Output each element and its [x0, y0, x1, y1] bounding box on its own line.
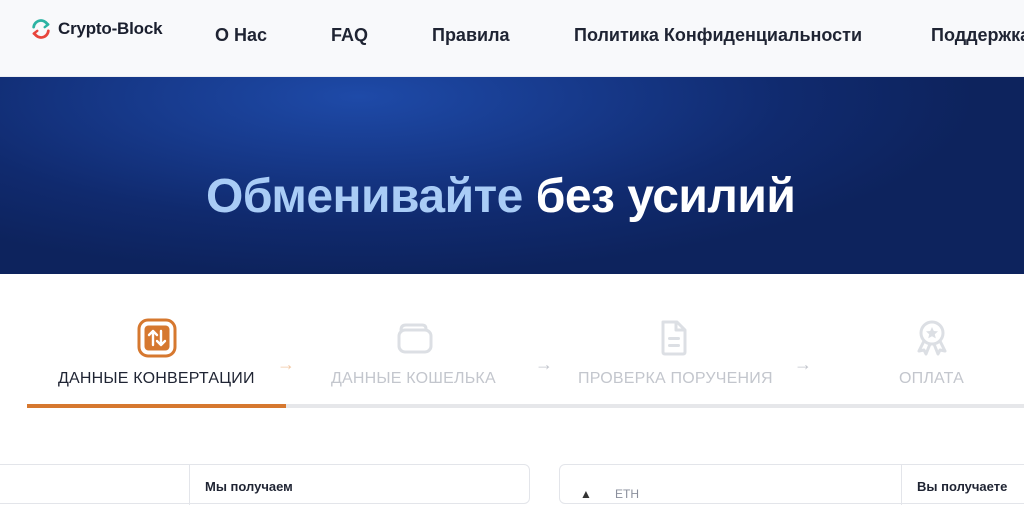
- card-divider: [189, 465, 190, 505]
- nav-privacy-policy[interactable]: Политика Конфиденциальности: [574, 25, 862, 46]
- send-card[interactable]: Мы получаем: [0, 464, 530, 505]
- nav-rules[interactable]: Правила: [432, 25, 510, 46]
- nav-faq[interactable]: FAQ: [331, 25, 368, 46]
- hero-title: Обменивайте без усилий: [206, 169, 796, 224]
- document-icon: [661, 320, 687, 356]
- hero-title-rest: без усилий: [535, 170, 796, 223]
- hero-title-highlight: Обменивайте: [206, 170, 523, 223]
- swap-arrows-icon: [137, 318, 177, 358]
- step-label: ПРОВЕРКА ПОРУЧЕНИЯ: [578, 370, 773, 387]
- wallet-icon: [397, 323, 433, 354]
- arrow-right-icon: →: [277, 354, 295, 374]
- step-label: ДАННЫЕ КОНВЕРТАЦИИ: [58, 370, 255, 387]
- hero-banner: Обменивайте без усилий: [0, 77, 1024, 274]
- top-navbar: Crypto-Block О Нас FAQ Правила Политика …: [0, 0, 1024, 77]
- eth-icon: ▲: [580, 487, 592, 501]
- nav-about[interactable]: О Нас: [215, 25, 267, 46]
- receive-card[interactable]: ▲ ETH Вы получаете: [559, 464, 1024, 505]
- card-divider: [901, 465, 902, 505]
- step-label: ДАННЫЕ КОШЕЛЬКА: [331, 370, 496, 387]
- logo-text: Crypto-Block: [58, 19, 163, 38]
- progress-fill: [27, 404, 286, 408]
- you-receive-label: Вы получаете: [917, 479, 1008, 494]
- logo[interactable]: Crypto-Block: [30, 18, 163, 40]
- badge-icon: [917, 320, 947, 356]
- exchange-steps: ДАННЫЕ КОНВЕРТАЦИИ → ДАННЫЕ КОШЕЛЬКА → П…: [0, 274, 1024, 424]
- nav-support[interactable]: Поддержка: [931, 25, 1024, 46]
- arrow-right-icon: →: [794, 354, 812, 374]
- coin-name: ETH: [615, 487, 639, 501]
- arrow-right-icon: →: [535, 354, 553, 374]
- step-label: ОПЛАТА: [899, 370, 964, 387]
- logo-icon: [32, 19, 50, 39]
- receive-label: Мы получаем: [205, 479, 293, 494]
